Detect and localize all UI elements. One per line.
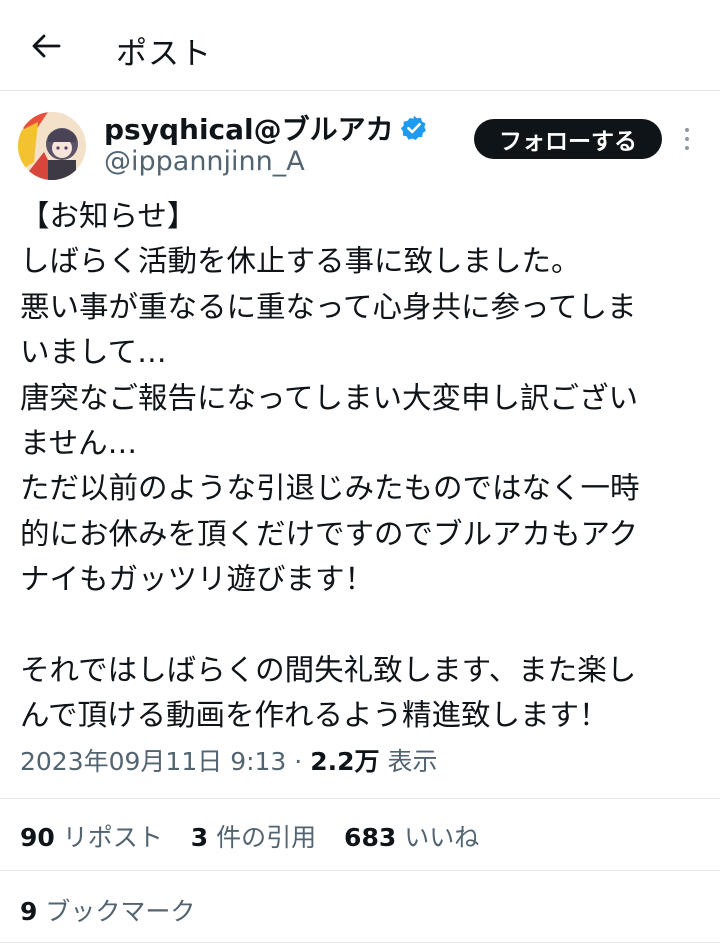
- more-button[interactable]: [672, 122, 702, 156]
- top-bar: ポスト: [0, 0, 720, 90]
- page-title: ポスト: [116, 36, 212, 72]
- reposts-label: リポスト: [62, 823, 163, 852]
- post-line: それではしばらくの間失礼致します、また楽し: [20, 652, 637, 687]
- quotes-count: 3: [190, 823, 209, 852]
- post-line: [20, 603, 704, 648]
- post-meta: 2023年09月11日 9:13 · 2.2万 表示: [20, 742, 437, 778]
- arrow-left-icon: [32, 34, 61, 58]
- follow-button[interactable]: フォローする: [474, 119, 662, 159]
- likes-stat[interactable]: 683 いいね: [344, 823, 479, 852]
- verified-badge-icon: [400, 115, 426, 141]
- quotes-label: 件の引用: [216, 823, 317, 852]
- more-vertical-icon-dot: [685, 137, 689, 141]
- likes-label: いいね: [404, 823, 480, 852]
- bookmarks-divider: [0, 942, 720, 943]
- post-line: 唐突なご報告になってしまい大変申し訳ござい: [20, 380, 639, 415]
- bookmarks-label: ブックマーク: [45, 897, 196, 926]
- author-handle[interactable]: @ippannjinn_A: [104, 146, 305, 177]
- post-line: 【お知らせ】: [20, 199, 197, 233]
- reposts-stat[interactable]: 90 リポスト: [20, 823, 171, 852]
- avatar[interactable]: [18, 112, 86, 180]
- likes-count: 683: [344, 823, 397, 852]
- quotes-stat[interactable]: 3 件の引用: [191, 823, 324, 852]
- post-timestamp[interactable]: 2023年09月11日 9:13: [20, 747, 286, 776]
- views-label: 表示: [387, 747, 438, 776]
- display-name-text: psyqhical@ブルアカ: [104, 113, 394, 146]
- more-vertical-icon-dot: [685, 128, 689, 132]
- meta-divider: [0, 798, 720, 799]
- stats-divider: [0, 870, 720, 871]
- post-line: しばらく活動を休止する事に致しました。: [20, 244, 581, 279]
- views-count: 2.2万: [310, 747, 380, 776]
- more-vertical-icon-dot: [685, 146, 689, 150]
- reposts-count: 90: [20, 823, 55, 852]
- meta-separator: ·: [294, 747, 303, 776]
- engagement-stats: 90 リポスト 3 件の引用 683 いいね: [20, 818, 499, 854]
- author-display-name[interactable]: psyqhical@ブルアカ: [104, 108, 428, 148]
- back-button[interactable]: [22, 26, 70, 66]
- post-line: 悪い事が重なるに重なって心身共に参ってしま: [20, 289, 637, 324]
- post-line: ません…: [20, 425, 138, 460]
- post-line: んで頂ける動画を作れるよう精進致します！: [20, 698, 609, 733]
- header-divider: [0, 90, 720, 91]
- post-line: 的にお休みを頂くだけですのでブルアカもアク: [20, 516, 639, 551]
- post-text: 【お知らせ】 しばらく活動を休止する事に致しました。 悪い事が重なるに重なって心…: [20, 194, 704, 739]
- post-line: いまして…: [20, 335, 167, 370]
- avatar-image: [18, 112, 86, 180]
- post-line: ナイもガッツリ遊びます！: [20, 562, 375, 597]
- post-line: ただ以前のような引退じみたものではなく一時: [20, 471, 640, 506]
- bookmarks-count: 9: [20, 897, 38, 926]
- bookmarks-stat[interactable]: 9 ブックマーク: [20, 892, 195, 928]
